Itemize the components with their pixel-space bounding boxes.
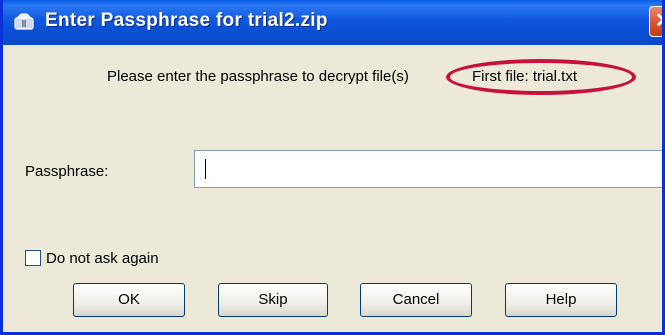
do-not-ask-checkbox[interactable] bbox=[25, 250, 41, 266]
close-button[interactable]: ✕ bbox=[649, 6, 662, 37]
prompt-text: Please enter the passphrase to decrypt f… bbox=[107, 68, 409, 85]
archive-app-icon bbox=[14, 13, 34, 30]
passphrase-input[interactable] bbox=[194, 150, 662, 188]
passphrase-dialog: Enter Passphrase for trial2.zip ✕ Please… bbox=[0, 0, 665, 335]
dialog-body: Please enter the passphrase to decrypt f… bbox=[3, 45, 662, 332]
do-not-ask-label[interactable]: Do not ask again bbox=[46, 250, 159, 267]
help-button[interactable]: Help bbox=[505, 283, 617, 317]
close-icon: ✕ bbox=[655, 9, 662, 33]
skip-button[interactable]: Skip bbox=[218, 283, 328, 317]
annotation-ellipse bbox=[446, 59, 636, 95]
ok-button[interactable]: OK bbox=[73, 283, 185, 317]
passphrase-label: Passphrase: bbox=[25, 163, 109, 180]
text-caret bbox=[205, 159, 206, 179]
window-title: Enter Passphrase for trial2.zip bbox=[45, 10, 328, 31]
cancel-button[interactable]: Cancel bbox=[360, 283, 472, 317]
title-bar: Enter Passphrase for trial2.zip ✕ bbox=[3, 0, 662, 45]
